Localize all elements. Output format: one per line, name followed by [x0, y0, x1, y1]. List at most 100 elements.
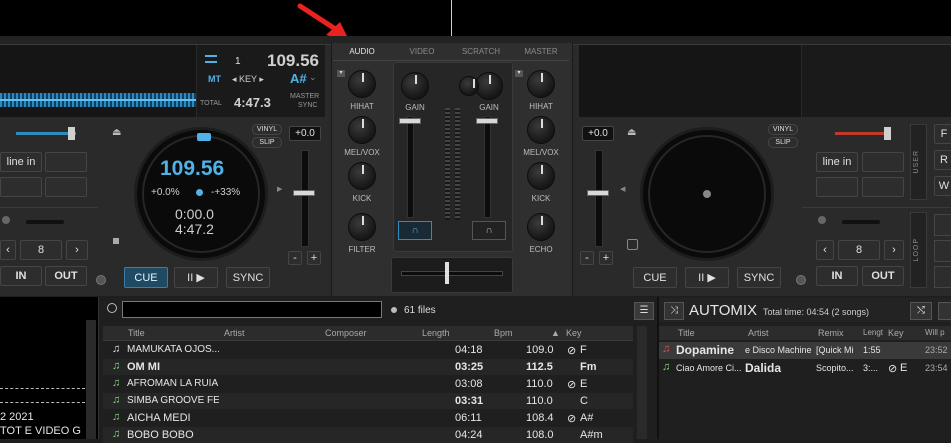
mt-button[interactable]: MT [208, 74, 221, 84]
right-loop-in-button[interactable]: IN [816, 266, 858, 286]
loop-dot-icon[interactable] [2, 216, 10, 224]
right-volume-handle[interactable] [884, 127, 891, 140]
sync-button[interactable]: SYNC [226, 267, 270, 288]
automix-mode-icon[interactable]: ⤨ [664, 302, 684, 320]
folder-item-2[interactable]: TOT E VIDEO G [0, 425, 81, 437]
loop-out-button[interactable]: OUT [45, 266, 87, 286]
pad-button-3[interactable] [45, 177, 87, 197]
cue-button[interactable]: CUE [124, 267, 168, 288]
sort-arrow-icon[interactable]: ▲ [551, 328, 560, 338]
right-eject-icon[interactable]: ⏏ [627, 127, 636, 138]
folder-item-1[interactable]: 2 2021 [0, 411, 34, 423]
pitch-fader-handle[interactable] [293, 190, 315, 196]
right-loop-out-button[interactable]: OUT [862, 266, 904, 286]
key-label[interactable]: ◂ KEY ▸ [232, 74, 264, 85]
left-volume-fader-track[interactable] [407, 116, 414, 218]
col-artist[interactable]: Artist [224, 328, 245, 338]
tab-scratch[interactable]: SCRATCH [452, 43, 510, 60]
right-edge-button-2[interactable] [934, 240, 951, 262]
right-echo-knob[interactable] [527, 213, 555, 241]
search-input[interactable] [122, 301, 382, 318]
right-sync-button[interactable]: SYNC [737, 267, 781, 288]
master-knob[interactable] [459, 76, 479, 96]
right-pitch-arrow-icon[interactable]: ◀ [620, 185, 625, 193]
left-eq-menu-icon[interactable]: ▾ [337, 70, 345, 77]
right-hihat-knob[interactable] [527, 70, 555, 98]
right-loop-dot-icon[interactable] [818, 216, 826, 224]
key-dropdown-icon[interactable]: ⌄ [309, 72, 317, 83]
right-headphone-icon[interactable]: ∩ [472, 221, 506, 240]
folder-scrollbar[interactable] [86, 320, 96, 439]
right-pitch-minus-button[interactable]: - [580, 251, 594, 265]
automix-col-key[interactable]: Key [888, 328, 904, 338]
right-pad-button-3[interactable] [862, 177, 904, 197]
browser-scrollbar[interactable] [637, 326, 647, 439]
tab-video[interactable]: VIDEO [393, 43, 451, 60]
right-side-button-f[interactable]: F [934, 124, 951, 144]
col-composer[interactable]: Composer [325, 328, 367, 338]
automix-col-length[interactable]: Lengt [863, 328, 883, 337]
right-side-button-r[interactable]: R [934, 150, 951, 170]
right-settings-dot-icon[interactable] [796, 275, 806, 285]
pitch-plus-button[interactable]: + [307, 251, 321, 265]
right-loop-next-button[interactable]: › [884, 240, 904, 260]
col-bpm[interactable]: Bpm [494, 328, 513, 338]
right-cue-button[interactable]: CUE [633, 267, 677, 288]
tab-audio[interactable]: AUDIO [333, 43, 391, 60]
right-loop-prev-button[interactable]: ‹ [816, 240, 834, 260]
left-kick-knob[interactable] [348, 162, 376, 190]
right-volume-fader-handle[interactable] [476, 118, 498, 124]
right-pitch-value-box[interactable]: +0.0 [582, 126, 614, 141]
shuffle-icon[interactable]: ⤭ [910, 302, 932, 320]
right-loop-size-value[interactable]: 8 [838, 240, 880, 260]
col-key[interactable]: Key [566, 328, 582, 338]
stop-icon[interactable] [113, 238, 119, 244]
right-pad-button-1[interactable] [862, 152, 904, 172]
right-pitch-fader-track[interactable] [595, 150, 603, 247]
loop-next-button[interactable]: › [66, 240, 88, 260]
left-volume-slider[interactable] [16, 132, 76, 135]
vinyl-button[interactable]: VINYL [252, 124, 282, 135]
right-pitch-fader-handle[interactable] [587, 190, 609, 196]
tab-master[interactable]: MASTER [512, 43, 570, 60]
right-pitch-plus-button[interactable]: + [599, 251, 613, 265]
loop-in-button[interactable]: IN [0, 266, 42, 286]
col-length[interactable]: Length [422, 328, 450, 338]
line-in-button[interactable]: line in [0, 152, 42, 172]
pitch-arrow-icon[interactable]: ▶ [277, 185, 282, 193]
right-pad-button-2[interactable] [816, 177, 858, 197]
right-kick-knob[interactable] [527, 162, 555, 190]
right-melvox-knob[interactable] [527, 116, 555, 144]
automix-col-title[interactable]: Title [678, 328, 695, 338]
right-clone-icon[interactable] [627, 239, 638, 250]
loop-slider[interactable] [26, 220, 64, 224]
right-play-pause-button[interactable]: II ▶ [685, 267, 729, 288]
right-slip-button[interactable]: SLIP [768, 137, 798, 148]
pitch-fader-track[interactable] [301, 150, 309, 247]
left-gain-knob[interactable] [401, 72, 429, 100]
crossfader-handle[interactable] [445, 262, 449, 284]
automix-col-artist[interactable]: Artist [748, 328, 769, 338]
right-edge-button-3[interactable] [934, 266, 951, 288]
right-edge-button-1[interactable] [934, 214, 951, 236]
right-volume-slider[interactable] [835, 132, 890, 135]
left-platter[interactable]: 109.56 +0.0% -+33% 0:00.0 4:47.2 [134, 127, 268, 261]
settings-dot-icon[interactable] [96, 275, 106, 285]
left-melvox-knob[interactable] [348, 116, 376, 144]
right-gain-knob[interactable] [475, 72, 503, 100]
pad-button-2[interactable] [0, 177, 42, 197]
loop-prev-button[interactable]: ‹ [0, 240, 16, 260]
slip-button[interactable]: SLIP [252, 137, 282, 148]
automix-col-remix[interactable]: Remix [818, 328, 844, 338]
right-line-in-button[interactable]: line in [816, 152, 858, 172]
automix-col-will-play[interactable]: Will p [925, 328, 945, 337]
pitch-value-box[interactable]: +0.0 [289, 126, 321, 141]
eject-icon[interactable]: ⏏ [112, 127, 121, 138]
right-eq-menu-icon[interactable]: ▾ [515, 70, 523, 77]
col-title[interactable]: Title [128, 328, 145, 338]
crossfader-track[interactable] [401, 271, 503, 276]
pitch-minus-button[interactable]: - [288, 251, 302, 265]
right-side-button-w[interactable]: W [934, 176, 951, 196]
right-vinyl-button[interactable]: VINYL [768, 124, 798, 135]
right-volume-fader-track[interactable] [484, 116, 491, 218]
